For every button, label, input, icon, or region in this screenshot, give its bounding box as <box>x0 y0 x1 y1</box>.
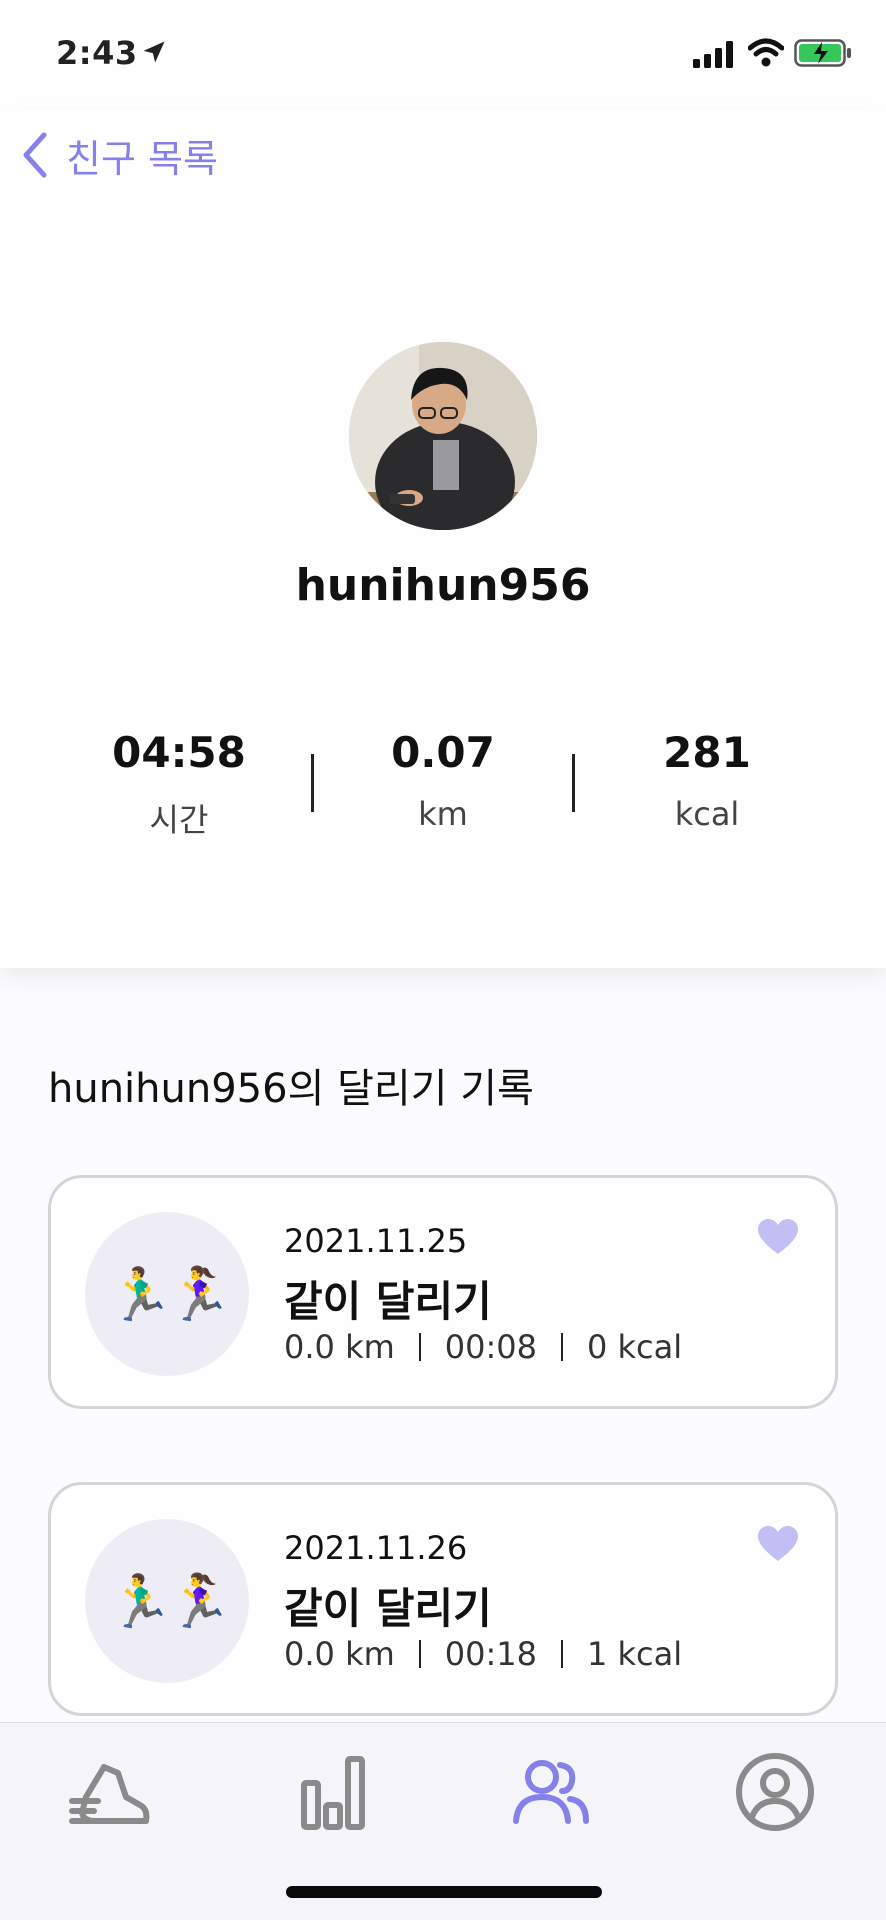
record-card[interactable]: 🏃‍♂️🏃‍♀️ 2021.11.26 같이 달리기 0.0 km 00:18 … <box>48 1482 838 1716</box>
location-arrow-icon <box>143 41 165 63</box>
status-bar: 2:43 <box>0 0 886 110</box>
meta-divider <box>418 1640 421 1668</box>
records-section-title: hunihun956의 달리기 기록 <box>48 1066 534 1112</box>
record-duration: 00:08 <box>444 1328 537 1366</box>
profile-username: hunihun956 <box>295 560 591 611</box>
wifi-icon <box>748 38 784 67</box>
runners-emoji-icon: 🏃‍♂️🏃‍♀️ <box>108 1571 231 1632</box>
chevron-left-icon <box>23 132 47 178</box>
record-date: 2021.11.26 <box>284 1529 468 1567</box>
record-card[interactable]: 🏃‍♂️🏃‍♀️ 2021.11.25 같이 달리기 0.0 km 00:08 … <box>48 1175 838 1409</box>
stat-distance-unit: km <box>418 795 468 833</box>
meta-divider <box>560 1640 563 1668</box>
runners-emoji-icon: 🏃‍♂️🏃‍♀️ <box>108 1264 231 1325</box>
stat-divider <box>572 754 575 812</box>
back-button-label: 친구 목록 <box>66 136 218 181</box>
record-date: 2021.11.25 <box>284 1222 468 1260</box>
meta-divider <box>418 1333 421 1361</box>
record-duration: 00:18 <box>444 1635 537 1673</box>
running-shoe-icon[interactable] <box>68 1749 154 1835</box>
record-distance: 0.0 km <box>284 1635 395 1673</box>
stat-distance: 0.07 km <box>313 728 573 833</box>
bar-chart-icon[interactable] <box>290 1749 376 1835</box>
heart-icon[interactable] <box>757 1218 799 1256</box>
record-calories: 0 kcal <box>586 1328 683 1366</box>
record-distance: 0.0 km <box>284 1328 395 1366</box>
status-time: 2:43 <box>56 34 138 72</box>
meta-divider <box>560 1333 563 1361</box>
stat-calories-value: 281 <box>663 728 751 777</box>
home-indicator[interactable] <box>286 1886 602 1898</box>
record-meta: 0.0 km 00:08 0 kcal <box>284 1328 682 1366</box>
cellular-signal-icon <box>693 41 733 68</box>
stat-calories-unit: kcal <box>674 795 740 833</box>
back-button[interactable]: 친구 목록 <box>20 130 218 181</box>
record-calories: 1 kcal <box>586 1635 683 1673</box>
record-thumbnail: 🏃‍♂️🏃‍♀️ <box>85 1519 249 1683</box>
avatar-photo <box>349 342 537 530</box>
profile-icon[interactable] <box>732 1749 818 1835</box>
stat-distance-value: 0.07 <box>391 728 495 777</box>
record-title: 같이 달리기 <box>284 1584 492 1633</box>
battery-charging-icon <box>794 39 851 67</box>
stat-time-value: 04:58 <box>112 728 246 777</box>
avatar <box>349 342 537 530</box>
record-thumbnail: 🏃‍♂️🏃‍♀️ <box>85 1212 249 1376</box>
friend-profile-screen: 2:43 친구 목록 hunihun956 04:58 시간 0.07 km 2… <box>0 0 886 1920</box>
record-title: 같이 달리기 <box>284 1277 492 1326</box>
stat-calories: 281 kcal <box>577 728 837 833</box>
record-meta: 0.0 km 00:18 1 kcal <box>284 1635 682 1673</box>
heart-icon[interactable] <box>757 1525 799 1563</box>
stat-time-unit: 시간 <box>149 801 209 839</box>
friends-icon[interactable] <box>508 1749 594 1835</box>
stat-time: 04:58 시간 <box>49 728 309 841</box>
